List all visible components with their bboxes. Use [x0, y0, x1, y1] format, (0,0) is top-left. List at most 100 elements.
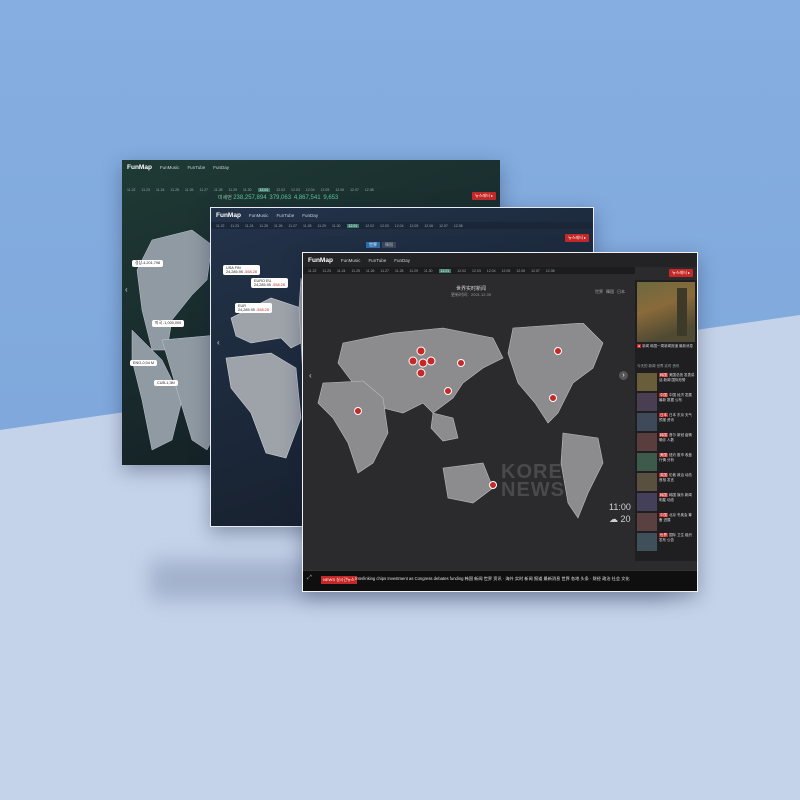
- date-tab[interactable]: 12.07: [531, 269, 540, 273]
- date-tab[interactable]: 12.02: [457, 269, 466, 273]
- date-tab[interactable]: 11.24: [337, 269, 346, 273]
- date-tab[interactable]: 12.01: [438, 268, 452, 273]
- continent-americas: [136, 229, 213, 351]
- date-tab[interactable]: 12.02: [365, 224, 374, 228]
- date-tab[interactable]: 11.28: [214, 188, 223, 192]
- side-news-item[interactable]: 韩国 首尔 新冠 疫情 确诊 人数: [637, 432, 695, 452]
- date-tab[interactable]: 11.28: [303, 224, 312, 228]
- date-tab[interactable]: 11.29: [229, 188, 238, 192]
- newsletter-button[interactable]: 뉴스레터 ▸: [565, 234, 589, 242]
- date-tab[interactable]: 12.07: [350, 188, 359, 192]
- nav-funtube[interactable]: FunTube: [276, 213, 294, 218]
- side-news-item[interactable]: 中国 中国 经济 发展 最新 数据 公布: [637, 392, 695, 412]
- date-tab[interactable]: 11.27: [200, 188, 209, 192]
- hero-image[interactable]: [637, 282, 695, 342]
- front-topbar: FunMap FunMusic FunTube FunDay: [303, 253, 697, 267]
- news-thumbnail: [637, 513, 657, 531]
- date-tab[interactable]: 11.23: [231, 224, 240, 228]
- news-tag: 美国: [659, 453, 668, 457]
- toggle-world[interactable]: 世界: [595, 289, 603, 295]
- chevron-right-icon[interactable]: ›: [619, 371, 628, 380]
- date-tab[interactable]: 12.08: [365, 188, 374, 192]
- hero-caption[interactable]: ● 新闻 韩国一周新闻报道 最新消息: [637, 344, 695, 349]
- date-tab[interactable]: 11.30: [424, 269, 433, 273]
- date-tab[interactable]: 12.08: [546, 269, 555, 273]
- date-tab[interactable]: 11.23: [142, 188, 151, 192]
- date-tab[interactable]: 12.01: [257, 187, 271, 192]
- date-tab[interactable]: 11.27: [381, 269, 390, 273]
- date-tab[interactable]: 12.08: [454, 224, 463, 228]
- nav-funtube[interactable]: FunTube: [187, 165, 205, 170]
- news-pin-icon: [408, 356, 418, 366]
- price-card[interactable]: USA FIN 24,285.95 -558.28: [223, 265, 260, 275]
- date-tab[interactable]: 11.27: [289, 224, 298, 228]
- logo[interactable]: FunMap: [216, 212, 241, 219]
- date-tab[interactable]: 11.29: [410, 269, 419, 273]
- date-tab[interactable]: 12.04: [487, 269, 496, 273]
- ticker-text[interactable]: Interlinking chips Investment as Congres…: [355, 576, 691, 582]
- price-card[interactable]: EURO EU 24,285.95 -558.28: [251, 278, 288, 288]
- date-tab[interactable]: 11.25: [352, 269, 361, 273]
- chevron-left-icon[interactable]: ‹: [125, 285, 128, 294]
- nav-funtube[interactable]: FunTube: [368, 258, 386, 263]
- date-tab[interactable]: 11.26: [185, 188, 194, 192]
- date-tab[interactable]: 12.06: [424, 224, 433, 228]
- nav-funmusic[interactable]: FunMusic: [341, 258, 361, 263]
- newsletter-button[interactable]: 뉴스레터 ▸: [472, 192, 496, 200]
- date-tab[interactable]: 11.26: [274, 224, 283, 228]
- date-tab[interactable]: 12.03: [472, 269, 481, 273]
- date-tab[interactable]: 11.24: [156, 188, 165, 192]
- nav-funmusic[interactable]: FunMusic: [249, 213, 269, 218]
- side-news-item[interactable]: 日本 日本 东京 天气 预报 资讯: [637, 412, 695, 432]
- chevron-left-icon[interactable]: ‹: [309, 371, 312, 380]
- date-tab[interactable]: 12.04: [395, 224, 404, 228]
- date-tab[interactable]: 12.07: [439, 224, 448, 228]
- date-tab[interactable]: 11.30: [332, 224, 341, 228]
- toggle-japan[interactable]: 日本: [617, 289, 625, 295]
- date-tab[interactable]: 11.30: [243, 188, 252, 192]
- date-tab[interactable]: 12.06: [516, 269, 525, 273]
- side-news-item[interactable]: 美国 纽约 股市 收盘 行情 分析: [637, 452, 695, 472]
- date-tab[interactable]: 12.04: [306, 188, 315, 192]
- date-tab[interactable]: 12.01: [346, 223, 360, 228]
- date-tab[interactable]: 11.25: [260, 224, 269, 228]
- logo[interactable]: FunMap: [308, 257, 333, 264]
- continent-se-asia: [430, 412, 459, 442]
- date-tab[interactable]: 12.03: [380, 224, 389, 228]
- newsletter-button[interactable]: 뉴스레터 ▸: [669, 269, 693, 277]
- date-tab[interactable]: 11.28: [395, 269, 404, 273]
- price-card[interactable]: EUR 24,285.95 -558.28: [235, 303, 272, 313]
- date-tab[interactable]: 11.26: [366, 269, 375, 273]
- side-news-item[interactable]: 世界 国际 卫生 组织 发布 公告: [637, 532, 695, 552]
- date-tab[interactable]: 12.05: [410, 224, 419, 228]
- nav-funmusic[interactable]: FunMusic: [160, 165, 180, 170]
- date-tab[interactable]: 11.22: [216, 224, 225, 228]
- view-toggle: 世界 韓国 日本: [595, 289, 625, 295]
- date-tab[interactable]: 11.22: [308, 269, 317, 273]
- date-tab[interactable]: 11.25: [171, 188, 180, 192]
- nav-funday[interactable]: FunDay: [213, 165, 229, 170]
- date-tab[interactable]: 12.03: [291, 188, 300, 192]
- date-tab[interactable]: 11.29: [318, 224, 327, 228]
- map-label: 경상-4,201,798: [132, 260, 164, 267]
- date-tab[interactable]: 12.05: [502, 269, 511, 273]
- date-tab[interactable]: 11.24: [245, 224, 254, 228]
- date-tab[interactable]: 12.06: [335, 188, 344, 192]
- expand-icon[interactable]: ⤢: [307, 575, 312, 582]
- side-news-item[interactable]: 韩国 美国总统 发表讲话 新闻 国际形势: [637, 372, 695, 392]
- nav-funday[interactable]: FunDay: [302, 213, 318, 218]
- news-thumbnail: [637, 393, 657, 411]
- toggle-korea[interactable]: 韓国: [606, 289, 614, 295]
- nav-funday[interactable]: FunDay: [394, 258, 410, 263]
- date-tab[interactable]: 12.05: [321, 188, 330, 192]
- side-news-item[interactable]: 英国 伦敦 政治 动态 首相 发言: [637, 472, 695, 492]
- date-tab[interactable]: 11.22: [127, 188, 136, 192]
- news-thumbnail: [637, 413, 657, 431]
- date-tab[interactable]: 11.23: [323, 269, 332, 273]
- chevron-left-icon[interactable]: ‹: [217, 338, 220, 347]
- page-title: 世界实时新闻: [456, 286, 487, 292]
- side-news-item[interactable]: 韩国 韩国 娱乐 新闻 明星 动态: [637, 492, 695, 512]
- logo[interactable]: FunMap: [127, 164, 152, 171]
- date-tab[interactable]: 12.02: [276, 188, 285, 192]
- side-news-item[interactable]: 中国 北京 冬奥会 筹备 进展: [637, 512, 695, 532]
